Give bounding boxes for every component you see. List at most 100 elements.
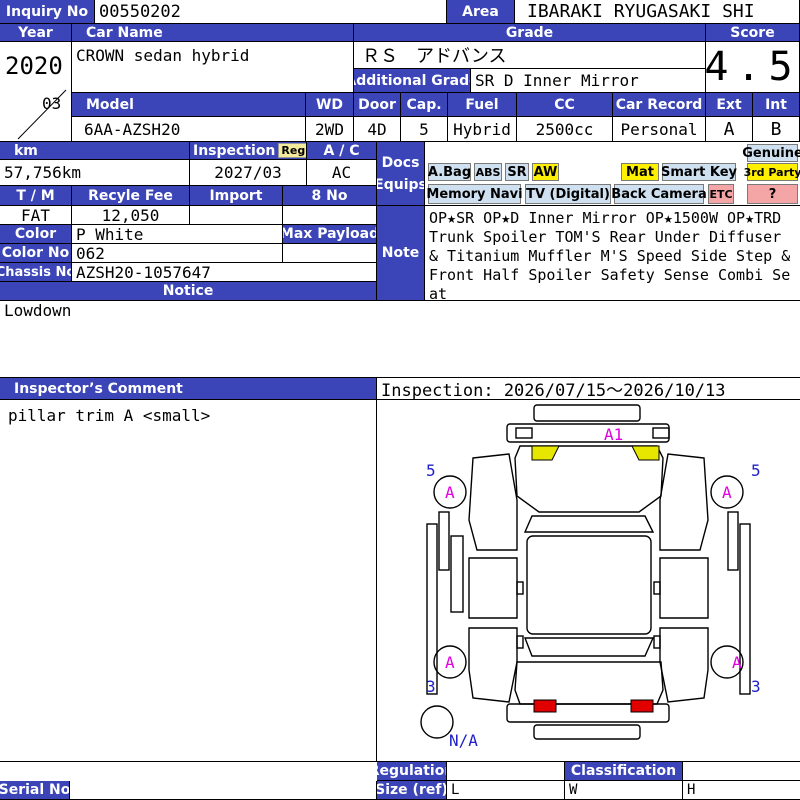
front-right-lamp (652, 427, 670, 439)
rear-lower-bumper-outline (533, 724, 641, 740)
a-left-rear-label: A (445, 653, 455, 672)
month-value: 03 (42, 94, 62, 113)
inquiry-no-value: 00550202 (95, 0, 447, 24)
note-label: Note (377, 206, 425, 301)
import-label: Import (190, 186, 283, 206)
memory-navi-badge: Memory Navi (426, 184, 523, 204)
left-handle-rear (516, 635, 524, 649)
grade-value: ＲＳ アドバンス (354, 42, 706, 69)
trunk-outline (514, 661, 664, 705)
auction-sheet: Inquiry No 00550202 Area IBARAKI RYUGASA… (0, 0, 800, 800)
fuel-value: Hybrid (448, 117, 517, 142)
eight-no-label: 8 No (283, 186, 377, 206)
note-value: OP★SR OP★D Inner Mirror OP★1500W OP★TRD … (425, 206, 800, 301)
aw-badge: AW (532, 163, 559, 181)
docs-equips-label: Docs Equips (377, 142, 425, 206)
right-front-fender-outline (659, 453, 709, 551)
color-label: Color (0, 225, 72, 244)
int-label: Int (753, 93, 800, 117)
front-bumper-outline (533, 404, 641, 422)
regulation-value (447, 762, 565, 781)
sr-badge: SR (505, 163, 529, 181)
right-handle-front (653, 581, 661, 595)
area-value: IBARAKI RYUGASAKI SHI (515, 0, 800, 24)
smart-key-badge: Smart Key (661, 163, 737, 181)
notice-value: Lowdown (0, 301, 800, 378)
right-doors-outline (659, 557, 709, 619)
score-value: 4.5 (706, 42, 800, 93)
car-name-label: Car Name (72, 24, 354, 42)
rear-left-red-mark (533, 699, 557, 713)
classification-label: Classification (565, 762, 683, 781)
serial-no-label: Serial No (0, 781, 70, 800)
windshield-outline (523, 515, 655, 533)
inspection-label: Inspection (193, 142, 276, 159)
cc-value: 2500cc (517, 117, 613, 142)
eight-no-value (283, 206, 377, 225)
third-party-badge: 3rd Party (744, 163, 800, 181)
five-right-label: 5 (751, 461, 761, 480)
tv-badge: TV (Digital) (525, 184, 611, 204)
max-payload-value (283, 244, 377, 263)
score-label: Score (706, 24, 800, 42)
wd-value: 2WD (306, 117, 354, 142)
car-diagram: A1 A A A A 5 5 3 3 N/A (420, 404, 761, 750)
chassis-no-value: AZSH20-1057647 (72, 263, 377, 282)
comment-value: pillar trim A <small> (0, 400, 377, 762)
abs-badge: ABS (474, 163, 502, 181)
docs-label: Docs (381, 154, 420, 171)
regist-badge: Regist (278, 143, 306, 158)
three-right-label: 3 (751, 677, 761, 696)
classification-value (683, 762, 800, 781)
door-value: 4D (354, 117, 401, 142)
fuel-label: Fuel (448, 93, 517, 117)
mat-badge: Mat (621, 163, 659, 181)
right-mirror-outline (727, 511, 739, 571)
tm-value: FAT (0, 206, 72, 225)
size-l: L (447, 781, 565, 800)
genuine-badge: Genuine (742, 144, 800, 162)
abag-badge: A.Bag (427, 163, 472, 181)
max-payload-label: Max Payload (283, 225, 377, 244)
inspection-value: 2027/03 (190, 160, 307, 186)
etc-badge: ETC (708, 184, 734, 204)
int-value: B (753, 117, 800, 142)
front-left-lamp (515, 427, 533, 439)
a-left-front-label: A (445, 483, 455, 502)
left-doors-outline (468, 557, 518, 619)
na-label: N/A (449, 731, 478, 750)
left-rear-fender-outline (468, 627, 518, 703)
equips-label: Equips (377, 176, 425, 193)
door-label: Door (354, 93, 401, 117)
car-name-value: CROWN sedan hybrid (72, 42, 354, 93)
a-right-rear-label: A (732, 653, 742, 672)
ac-label: A / C (307, 142, 377, 160)
model-label: Model (72, 93, 306, 117)
rear-window-outline (523, 637, 655, 657)
inspection-period: Inspection: 2026/07/15～2026/10/13 (377, 378, 800, 400)
inspection-label-cell: Inspection Regist (190, 142, 307, 160)
additional-grade-value: SR D Inner Mirror (471, 69, 706, 93)
ext-label: Ext (706, 93, 753, 117)
inspectors-comment-label: Inspector’s Comment (0, 378, 377, 400)
km-value: 57,756km (0, 160, 190, 186)
roof-outline (526, 535, 652, 635)
car-record-value: Personal (613, 117, 706, 142)
front-grille-outline (506, 423, 670, 443)
front-left-yellow-mark (531, 445, 560, 461)
a-right-front-label: A (722, 483, 732, 502)
three-left-label: 3 (426, 677, 436, 696)
front-right-yellow-mark (631, 445, 660, 461)
color-no-value: 062 (72, 244, 283, 263)
cc-label: CC (517, 93, 613, 117)
year-value: 2020 (5, 52, 63, 80)
serial-no-value (70, 781, 377, 800)
year-label: Year (0, 24, 72, 42)
left-front-door-outline (450, 535, 464, 613)
year-cell: 2020 03 (0, 42, 72, 142)
equips-panel: Genuine A.Bag ABS SR AW Mat Smart Key 3r… (425, 142, 800, 206)
additional-grade-label: Additional Grade (354, 69, 471, 93)
ac-value: AC (307, 160, 377, 186)
wd-label: WD (306, 93, 354, 117)
km-label: km (0, 142, 190, 160)
